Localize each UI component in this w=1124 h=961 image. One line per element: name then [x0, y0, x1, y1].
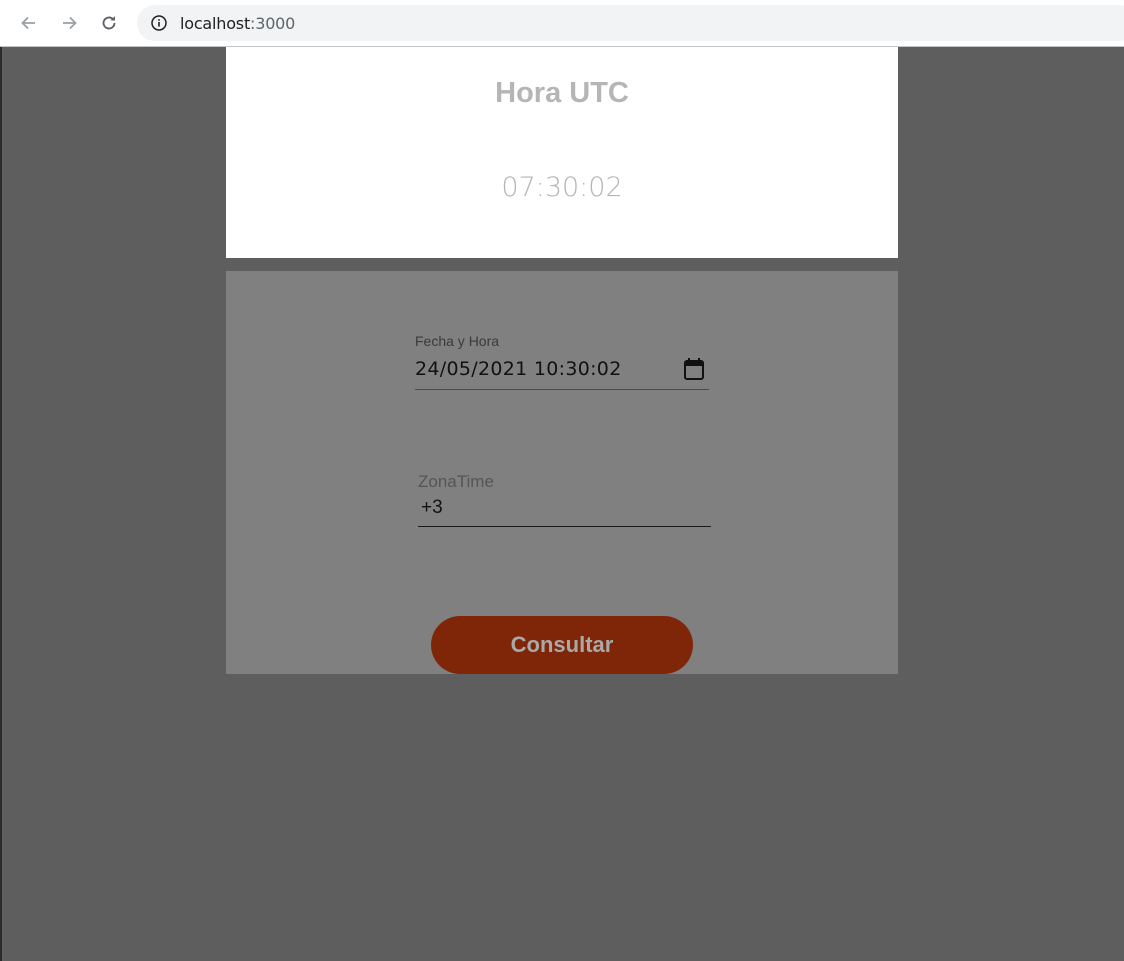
calendar-icon[interactable]	[683, 357, 705, 381]
utc-clock-card: Hora UTC 07:30:02	[226, 47, 898, 258]
url-port: :3000	[250, 14, 296, 33]
back-button[interactable]	[14, 8, 44, 38]
zone-label: ZonaTime	[418, 472, 494, 491]
zone-input[interactable]: +3	[421, 497, 443, 519]
window-edge	[0, 0, 2, 961]
info-icon[interactable]	[151, 15, 167, 31]
zone-underline	[418, 526, 711, 527]
utc-time: 07:30:02	[501, 172, 623, 203]
datetime-label: Fecha y Hora	[415, 333, 500, 349]
reload-icon	[102, 16, 116, 30]
query-form-panel: Fecha y Hora 24/05/2021 10:30:02 ZonaTim…	[226, 271, 898, 674]
forward-button[interactable]	[54, 8, 84, 38]
url-text[interactable]: localhost:3000	[180, 14, 295, 33]
forward-arrow-icon	[63, 16, 77, 30]
datetime-input[interactable]: 24/05/2021 10:30:02	[415, 358, 622, 380]
consultar-button[interactable]: Consultar	[431, 616, 693, 674]
reload-button[interactable]	[94, 8, 124, 38]
utc-title: Hora UTC	[495, 77, 629, 109]
datetime-underline	[415, 389, 709, 390]
url-host: localhost	[180, 14, 251, 33]
browser-toolbar: localhost:3000	[0, 0, 1124, 47]
address-bar[interactable]: localhost:3000	[137, 5, 1124, 41]
back-arrow-icon	[21, 16, 35, 30]
